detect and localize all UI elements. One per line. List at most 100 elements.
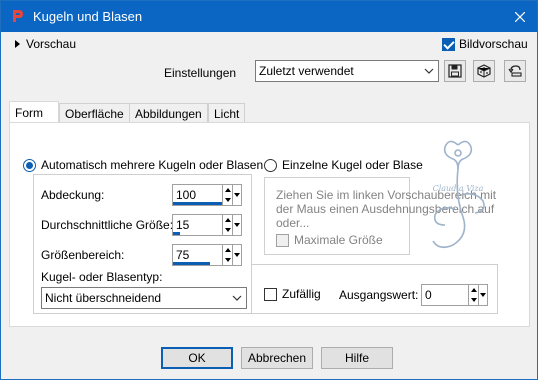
coverage-slider-popup-button[interactable] <box>232 185 241 205</box>
close-icon <box>515 11 525 22</box>
average-size-value: 15 <box>176 218 190 232</box>
coverage-value: 100 <box>176 188 197 202</box>
preview-label: Vorschau <box>26 37 77 51</box>
down-arrow-icon <box>224 258 231 262</box>
dialog-window: Kugeln und Blasen Vorschau Bildvorschau … <box>0 0 538 380</box>
seed-up-button[interactable] <box>469 285 478 295</box>
average-size-up-button[interactable] <box>223 215 232 225</box>
single-sphere-radio[interactable]: Einzelne Kugel oder Blase <box>264 158 423 172</box>
tab-surface[interactable]: Oberfläche <box>59 103 130 123</box>
slider-popup-icon <box>234 253 240 257</box>
average-size-stepper[interactable] <box>222 215 232 235</box>
dice-icon <box>477 64 491 78</box>
auto-multiple-radio-dot[interactable] <box>23 158 36 172</box>
sphere-type-dropdown[interactable]: Nicht überschneidend <box>41 287 247 309</box>
size-range-stepper[interactable] <box>222 245 232 265</box>
image-preview-label: Bildvorschau <box>459 37 528 51</box>
up-arrow-icon <box>470 288 477 292</box>
cancel-label: Abbrechen <box>247 351 307 365</box>
seed-value-box[interactable]: 0 <box>422 285 468 305</box>
auto-multiple-radio[interactable]: Automatisch mehrere Kugeln oder Blasen <box>23 158 263 172</box>
size-range-label: Größenbereich: <box>41 248 125 262</box>
settings-value: Zuletzt verwendet <box>259 64 354 78</box>
watermark-text: Claudia Viza <box>433 184 484 193</box>
chevron-down-icon <box>232 295 242 301</box>
seed-slider-popup-button[interactable] <box>478 285 487 305</box>
close-button[interactable] <box>503 1 537 32</box>
chevron-down-icon <box>424 68 434 74</box>
size-range-up-button[interactable] <box>223 245 232 255</box>
image-preview-check[interactable] <box>442 37 455 51</box>
slider-popup-icon <box>480 293 486 297</box>
seed-label: Ausgangswert: <box>339 288 419 302</box>
slider-popup-icon <box>234 193 240 197</box>
random-checkbox[interactable]: Zufällig <box>264 287 321 301</box>
seed-stepper[interactable] <box>468 285 478 305</box>
tab-form-label: Form <box>15 105 43 120</box>
single-sphere-radio-dot[interactable] <box>264 158 277 172</box>
average-size-slider-popup-button[interactable] <box>232 215 241 235</box>
down-arrow-icon <box>470 298 477 302</box>
help-button[interactable]: Hilfe <box>321 347 393 369</box>
window-title: Kugeln und Blasen <box>33 9 143 24</box>
up-arrow-icon <box>224 218 231 222</box>
sphere-type-label: Kugel- oder Blasentyp: <box>41 270 163 284</box>
size-range-slider-popup-button[interactable] <box>232 245 241 265</box>
load-preset-button[interactable] <box>473 60 495 82</box>
down-arrow-icon <box>224 198 231 202</box>
size-range-level-bar <box>173 262 210 265</box>
down-arrow-icon <box>224 228 231 232</box>
expand-arrow-icon <box>15 40 20 48</box>
tab-form[interactable]: Form <box>9 101 59 123</box>
ok-button[interactable]: OK <box>161 347 233 369</box>
size-range-value-box[interactable]: 75 <box>173 245 222 265</box>
tab-maps[interactable]: Abbildungen <box>129 103 208 123</box>
size-range-spinner[interactable]: 75 <box>172 244 242 266</box>
tab-light-label: Licht <box>214 106 240 121</box>
average-size-level-bar <box>173 232 181 235</box>
single-sphere-label: Einzelne Kugel oder Blase <box>282 158 423 172</box>
coverage-spinner[interactable]: 100 <box>172 184 242 206</box>
image-preview-checkbox[interactable]: Bildvorschau <box>442 37 528 51</box>
coverage-stepper[interactable] <box>222 185 232 205</box>
sphere-type-value: Nicht überschneidend <box>45 291 162 305</box>
cancel-button[interactable]: Abbrechen <box>241 347 313 369</box>
coverage-up-button[interactable] <box>223 185 232 195</box>
floppy-disk-icon <box>448 64 462 78</box>
title-bar[interactable]: Kugeln und Blasen <box>1 1 537 32</box>
average-size-down-button[interactable] <box>223 225 232 235</box>
tab-maps-label: Abbildungen <box>135 106 202 121</box>
seed-down-button[interactable] <box>469 295 478 305</box>
seed-spinner[interactable]: 0 <box>421 284 488 306</box>
random-check[interactable] <box>264 287 277 301</box>
save-preset-button[interactable] <box>444 60 466 82</box>
size-range-value: 75 <box>176 248 190 262</box>
max-size-label: Maximale Größe <box>294 233 383 247</box>
tab-light[interactable]: Licht <box>208 103 246 123</box>
seed-value: 0 <box>425 288 432 302</box>
random-label: Zufällig <box>282 287 321 301</box>
app-logo-icon <box>13 10 23 22</box>
watermark-logo: Claudia Viza <box>432 140 485 249</box>
reset-button[interactable] <box>504 60 526 82</box>
preview-toggle[interactable]: Vorschau <box>15 37 76 51</box>
coverage-level-bar <box>173 202 222 205</box>
help-label: Hilfe <box>344 351 369 365</box>
average-size-value-box[interactable]: 15 <box>173 215 222 235</box>
max-size-check[interactable] <box>276 233 289 247</box>
settings-label: Einstellungen <box>164 66 237 80</box>
up-arrow-icon <box>224 248 231 252</box>
average-size-spinner[interactable]: 15 <box>172 214 242 236</box>
size-range-down-button[interactable] <box>223 255 232 265</box>
max-size-checkbox[interactable]: Maximale Größe <box>276 233 383 247</box>
auto-multiple-label: Automatisch mehrere Kugeln oder Blasen <box>41 158 264 172</box>
reset-icon <box>508 65 522 77</box>
tab-surface-label: Oberfläche <box>65 106 124 121</box>
average-size-label: Durchschnittliche Größe: <box>41 218 174 232</box>
coverage-down-button[interactable] <box>223 195 232 205</box>
coverage-label: Abdeckung: <box>41 188 105 202</box>
settings-dropdown[interactable]: Zuletzt verwendet <box>255 60 439 82</box>
up-arrow-icon <box>224 188 231 192</box>
ok-label: OK <box>188 351 206 365</box>
coverage-value-box[interactable]: 100 <box>173 185 222 205</box>
